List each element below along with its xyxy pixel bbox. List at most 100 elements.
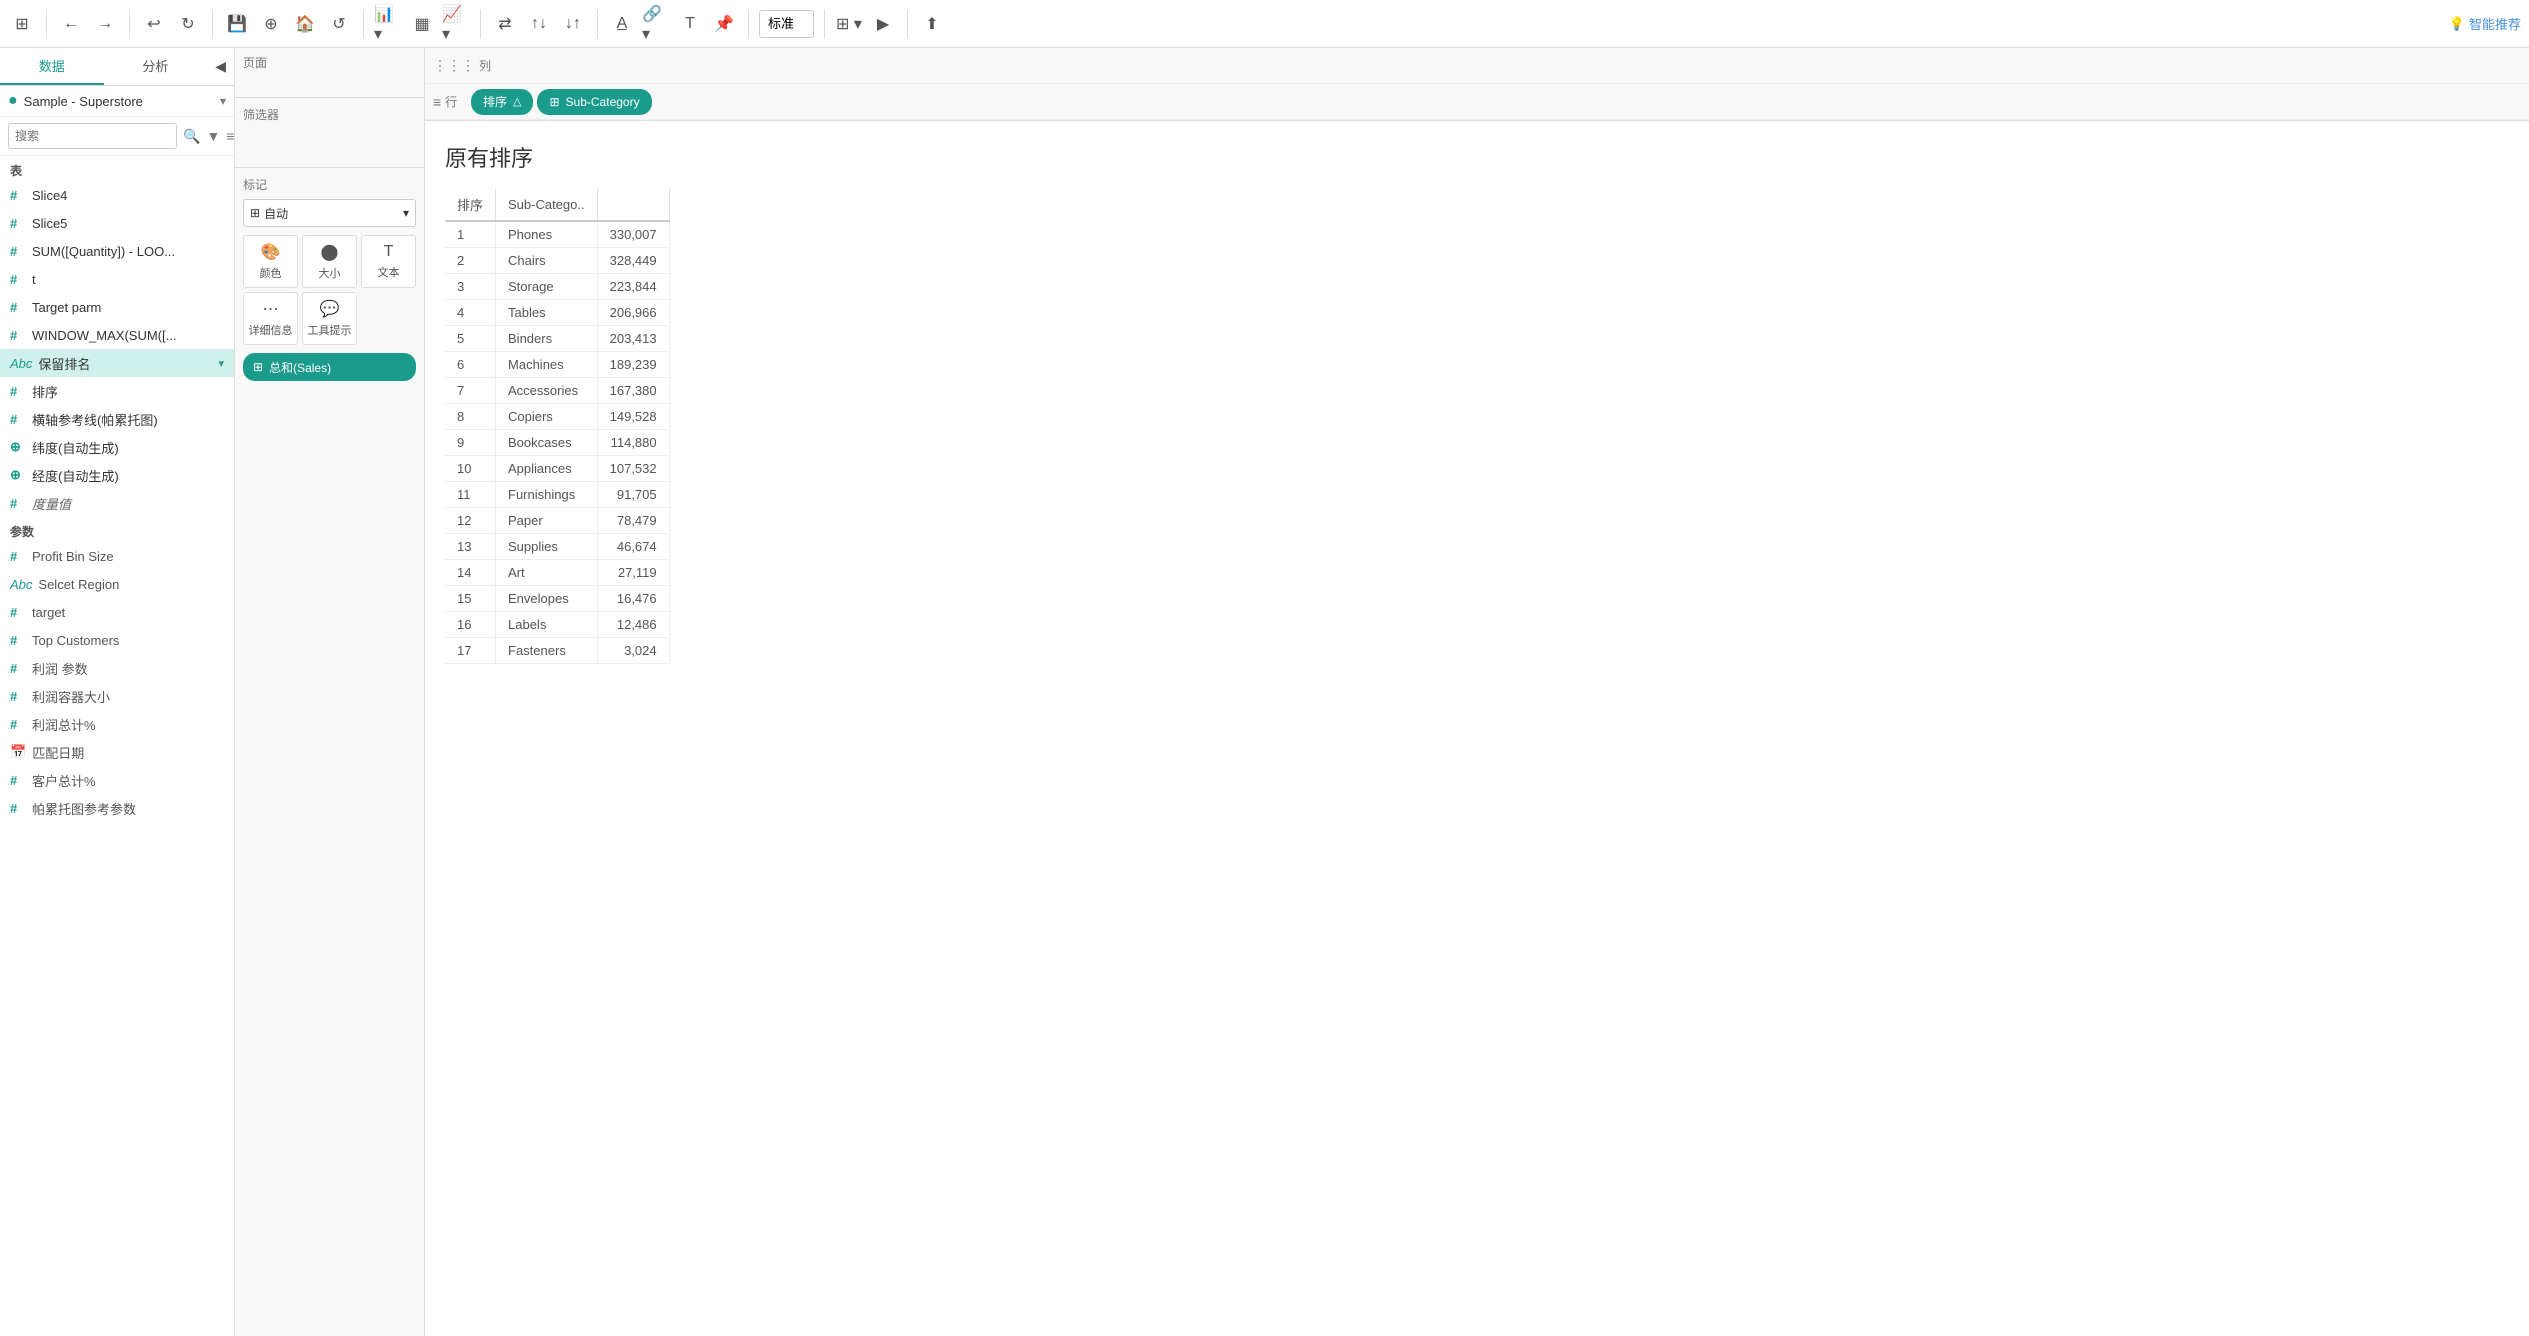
page-shelf-content[interactable] (243, 71, 416, 91)
color-mark-button[interactable]: 🎨 颜色 (243, 235, 298, 288)
field-SUM-Quantity[interactable]: # SUM([Quantity]) - LOO... (0, 237, 234, 265)
col-rank-header: 排序 (445, 189, 496, 221)
share-button[interactable]: ⬆ (918, 10, 946, 38)
param-match-date[interactable]: 📅 匹配日期 (0, 738, 234, 766)
rows-shelf: ≡ 行 排序 △ ⊞ Sub-Category (425, 84, 2529, 120)
field-t[interactable]: # t (0, 265, 234, 293)
field-Slice5[interactable]: # Slice5 (0, 209, 234, 237)
add-datasource-button[interactable]: ⊕ (257, 10, 285, 38)
collapse-panel-button[interactable]: ◀ (207, 48, 234, 85)
redo-button[interactable]: ↻ (174, 10, 202, 38)
sum-sales-pill[interactable]: ⊞ 总和(Sales) (243, 353, 416, 381)
rank-pill-label: 排序 (483, 93, 507, 110)
filters-shelf-content[interactable] (243, 129, 416, 159)
field-keep-rank[interactable]: Abc 保留排名 ▾ (0, 349, 234, 377)
cell-name: Labels (496, 612, 598, 638)
right-panel: ⋮⋮⋮ 列 ≡ 行 排序 △ ⊞ Sub-Ca (425, 48, 2529, 1336)
datasource-icon: ● (8, 92, 18, 110)
marks-type-label: 自动 (264, 205, 288, 222)
table-row: 5 Binders 203,413 (445, 326, 669, 352)
text-mark-button[interactable]: T 文本 (361, 235, 416, 288)
grid-button[interactable]: ⊞ ▾ (835, 10, 863, 38)
param-profit-bin-size[interactable]: # Profit Bin Size (0, 542, 234, 570)
field-hash-icon: # (10, 801, 26, 816)
save-button[interactable]: 💾 (223, 10, 251, 38)
present-button[interactable]: ▶ (869, 10, 897, 38)
table-row: 7 Accessories 167,380 (445, 378, 669, 404)
forward-button[interactable]: → (91, 10, 119, 38)
param-target[interactable]: # target (0, 598, 234, 626)
param-profit-container-size[interactable]: # 利润容器大小 (0, 682, 234, 710)
sort-desc-button[interactable]: ↓↑ (559, 10, 587, 38)
datasource-dropdown-arrow[interactable]: ▾ (220, 94, 226, 108)
param-profit-total-pct[interactable]: # 利润总计% (0, 710, 234, 738)
param-profit-param[interactable]: # 利润 参数 (0, 654, 234, 682)
link-button[interactable]: 🔗 ▾ (642, 10, 670, 38)
size-mark-button[interactable]: ⬤ 大小 (302, 235, 357, 288)
field-latitude[interactable]: ⊕ 纬度(自动生成) (0, 433, 234, 461)
field-label: target (32, 605, 224, 620)
smart-recommend-button[interactable]: 💡 智能推荐 (2449, 14, 2521, 33)
field-dropdown-icon[interactable]: ▾ (218, 357, 224, 370)
show-startpage-button[interactable]: 🏠 (291, 10, 319, 38)
list-view-icon[interactable]: ≡ (226, 128, 234, 144)
field-label: 利润容器大小 (32, 687, 224, 706)
cell-value: 107,532 (597, 456, 669, 482)
field-Slice4[interactable]: # Slice4 (0, 181, 234, 209)
home-icon[interactable]: ⊞ (8, 10, 36, 38)
refresh-button[interactable]: ↺ (325, 10, 353, 38)
cell-rank: 7 (445, 378, 496, 404)
field-window-max[interactable]: # WINDOW_MAX(SUM([... (0, 321, 234, 349)
view-dropdown[interactable]: 标准 (759, 10, 814, 38)
field-label: 匹配日期 (32, 743, 224, 762)
highlight-button[interactable]: A̲ (608, 10, 636, 38)
subcategory-pill-label: Sub-Category (566, 95, 640, 109)
search-icon[interactable]: 🔍 (183, 128, 200, 145)
view-title: 原有排序 (445, 141, 2509, 173)
marks-type-selector[interactable]: ⊞ 自动 ▾ (243, 199, 416, 227)
datasource-selector[interactable]: ● Sample - Superstore ▾ (0, 86, 234, 117)
cell-name: Tables (496, 300, 598, 326)
chart-type-button[interactable]: 📊 ▾ (374, 10, 402, 38)
sort-asc-button[interactable]: ↑↓ (525, 10, 553, 38)
back-button[interactable]: ← (57, 10, 85, 38)
cell-name: Machines (496, 352, 598, 378)
lines-button[interactable]: 📈 ▾ (442, 10, 470, 38)
search-input[interactable] (8, 123, 177, 149)
field-label: 横轴参考线(帕累托图) (32, 410, 224, 429)
field-hash-icon: # (10, 384, 26, 399)
rank-pill-warning: △ (513, 95, 521, 108)
cell-rank: 3 (445, 274, 496, 300)
bars-button[interactable]: ▦ (408, 10, 436, 38)
tab-data[interactable]: 数据 (0, 48, 104, 85)
subcategory-pill[interactable]: ⊞ Sub-Category (537, 89, 651, 115)
field-label: Selcet Region (38, 577, 224, 592)
field-horizontal-ref[interactable]: # 横轴参考线(帕累托图) (0, 405, 234, 433)
swap-button[interactable]: ⇄ (491, 10, 519, 38)
table-row: 3 Storage 223,844 (445, 274, 669, 300)
field-target-parm[interactable]: # Target parm (0, 293, 234, 321)
cell-rank: 5 (445, 326, 496, 352)
field-hash-icon: # (10, 272, 26, 287)
field-globe-icon: ⊕ (10, 467, 26, 483)
pin-button[interactable]: 📌 (710, 10, 738, 38)
tab-analysis[interactable]: 分析 (104, 48, 208, 85)
field-longitude[interactable]: ⊕ 经度(自动生成) (0, 461, 234, 489)
param-selcet-region[interactable]: Abc Selcet Region (0, 570, 234, 598)
text-button[interactable]: T (676, 10, 704, 38)
filter-icon[interactable]: ▼ (206, 128, 220, 144)
param-top-customers[interactable]: # Top Customers (0, 626, 234, 654)
undo-button[interactable]: ↩ (140, 10, 168, 38)
detail-mark-button[interactable]: ⋯ 详细信息 (243, 292, 298, 345)
rank-pill[interactable]: 排序 △ (471, 89, 533, 115)
field-measure-values[interactable]: # 度量值 (0, 489, 234, 517)
field-rank[interactable]: # 排序 (0, 377, 234, 405)
tooltip-mark-button[interactable]: 💬 工具提示 (302, 292, 357, 345)
data-table: 排序 Sub-Catego.. 1 Phones 330,007 2 Chair… (445, 189, 670, 664)
col-subcategory-header: Sub-Catego.. (496, 189, 598, 221)
field-label: 排序 (32, 382, 224, 401)
param-pareto-ref-param[interactable]: # 帕累托图参考参数 (0, 794, 234, 822)
separator (824, 10, 825, 38)
field-hash-icon: # (10, 549, 26, 564)
param-customer-total-pct[interactable]: # 客户总计% (0, 766, 234, 794)
